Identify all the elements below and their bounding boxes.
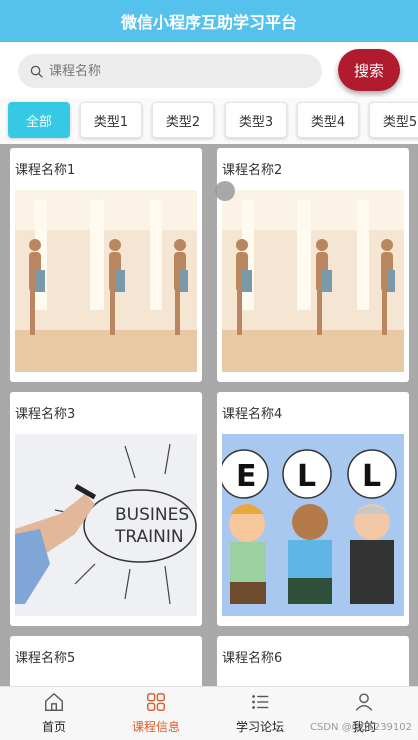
course-card[interactable]: 课程名称4 E L L xyxy=(217,392,409,626)
course-grid: 课程名称1 课程名称2 课程名称3 BUSINES TRAININ 课程名称4 … xyxy=(0,144,418,686)
course-card[interactable]: 课程名称6 xyxy=(217,636,409,686)
yoga-image xyxy=(15,190,197,372)
course-title: 课程名称5 xyxy=(15,651,76,666)
home-icon xyxy=(45,692,63,711)
tab-type4[interactable]: 类型4 xyxy=(297,102,359,138)
course-card[interactable]: 课程名称2 xyxy=(217,148,409,382)
business-training-image: BUSINES TRAININ xyxy=(15,434,197,616)
search-icon xyxy=(30,65,43,78)
search-bar: 搜索 xyxy=(0,42,418,98)
tabbar-item-courses[interactable]: 课程信息 xyxy=(104,691,208,737)
letter-l: L xyxy=(362,459,381,494)
search-field[interactable] xyxy=(18,54,322,88)
tab-all[interactable]: 全部 xyxy=(8,102,70,138)
tab-type5[interactable]: 类型5 xyxy=(369,102,418,138)
course-card[interactable]: 课程名称1 xyxy=(10,148,202,382)
tabbar-item-forum[interactable]: 学习论坛 xyxy=(208,691,312,737)
yoga-image xyxy=(222,190,404,372)
category-tabs: 全部 类型1 类型2 类型3 类型4 类型5 xyxy=(0,98,418,144)
watermark: CSDN @QQ1239102 xyxy=(310,722,412,733)
letter-l: L xyxy=(297,459,316,494)
user-icon xyxy=(355,693,373,711)
tabbar-label: 首页 xyxy=(41,720,66,734)
course-title: 课程名称1 xyxy=(15,163,76,178)
tab-type1[interactable]: 类型1 xyxy=(80,102,142,138)
grid-icon xyxy=(147,693,165,711)
course-title: 课程名称6 xyxy=(222,651,283,666)
search-input[interactable] xyxy=(49,63,299,79)
business-text-line2: TRAININ xyxy=(114,527,184,547)
tab-type2[interactable]: 类型2 xyxy=(152,102,214,138)
course-title: 课程名称4 xyxy=(222,407,283,422)
course-title: 课程名称3 xyxy=(15,407,76,422)
course-title: 课程名称2 xyxy=(222,163,283,178)
course-card[interactable]: 课程名称3 BUSINES TRAININ xyxy=(10,392,202,626)
list-icon xyxy=(252,695,269,709)
app-header: 微信小程序互助学习平台 xyxy=(0,0,418,42)
page-title: 微信小程序互助学习平台 xyxy=(120,13,297,32)
tab-type3[interactable]: 类型3 xyxy=(225,102,287,138)
touch-indicator xyxy=(215,181,235,201)
tabbar-label: 课程信息 xyxy=(131,720,180,734)
search-button[interactable]: 搜索 xyxy=(338,49,400,91)
tabbar-item-home[interactable]: 首页 xyxy=(2,691,106,737)
business-text-line1: BUSINES xyxy=(115,505,189,525)
course-card[interactable]: 课程名称5 xyxy=(10,636,202,686)
letter-e: E xyxy=(236,459,257,494)
tabbar-label: 学习论坛 xyxy=(235,720,284,734)
cartoon-people-image: E L L xyxy=(222,434,404,616)
